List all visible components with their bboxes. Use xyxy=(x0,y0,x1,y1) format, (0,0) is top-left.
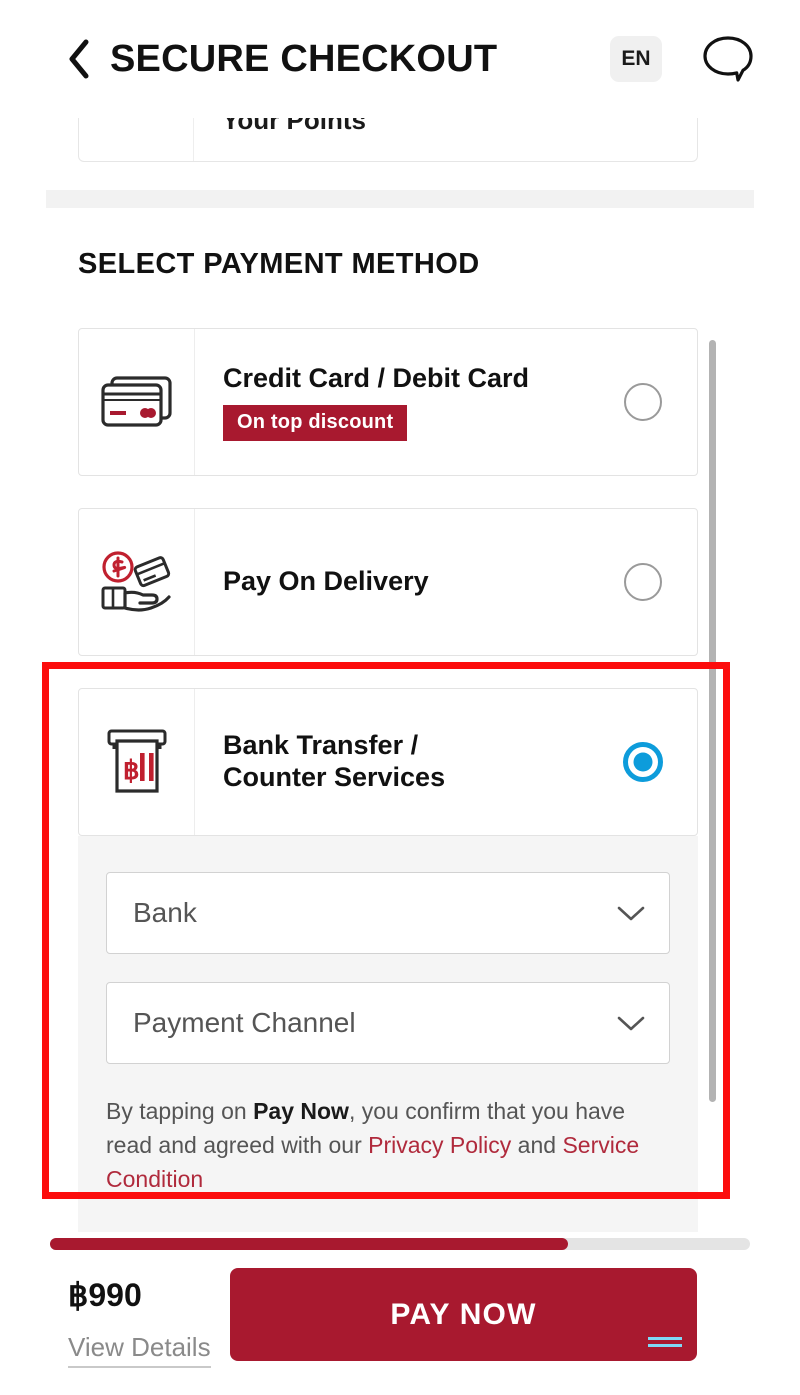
credit-card-main: Credit Card / Debit Card On top discount xyxy=(195,329,589,475)
credit-card-radio-column[interactable] xyxy=(589,329,697,475)
app-header: SECURE CHECKOUT EN xyxy=(0,0,800,118)
pay-on-delivery-main: Pay On Delivery xyxy=(195,509,589,655)
checkout-progress-bar xyxy=(50,1238,750,1250)
checkout-bottom-bar: ฿990 View Details PAY NOW xyxy=(0,1232,800,1395)
payment-option-pay-on-delivery[interactable]: Pay On Delivery xyxy=(78,508,698,656)
chevron-left-icon xyxy=(69,39,89,79)
chat-bubble-icon xyxy=(703,36,753,82)
bank-transfer-main: Bank Transfer / Counter Services xyxy=(195,689,589,835)
bank-select-value: Bank xyxy=(133,897,197,928)
credit-card-icon-column xyxy=(79,329,195,475)
bank-transfer-icon-column: ฿ xyxy=(79,689,195,835)
vertical-scrollbar[interactable] xyxy=(709,340,716,1102)
payment-disclaimer: By tapping on Pay Now, you confirm that … xyxy=(106,1092,670,1196)
gesture-indicator-icon xyxy=(648,1337,682,1350)
bank-transfer-radio-column[interactable] xyxy=(589,689,697,835)
on-top-discount-badge: On top discount xyxy=(223,405,408,442)
disclaimer-part1: By tapping on xyxy=(106,1098,254,1124)
svg-text:฿: ฿ xyxy=(123,755,140,785)
atm-deposit-icon: ฿ xyxy=(107,729,166,793)
bank-transfer-panel: Bank Payment Channel By tapping on Pay N… xyxy=(78,836,698,1192)
radio-bank-transfer[interactable] xyxy=(623,742,663,782)
disclaimer-part3: and xyxy=(511,1132,563,1159)
credit-card-label: Credit Card / Debit Card xyxy=(223,362,530,393)
scroll-content: Your Points SELECT PAYMENT METHOD Credit… xyxy=(0,0,800,1232)
back-button[interactable] xyxy=(66,39,92,79)
radio-pay-on-delivery[interactable] xyxy=(624,563,662,601)
checkout-progress-fill xyxy=(50,1238,568,1250)
privacy-policy-link[interactable]: Privacy Policy xyxy=(368,1132,511,1158)
radio-credit-card[interactable] xyxy=(624,383,662,421)
page-title: SECURE CHECKOUT xyxy=(110,37,498,80)
chat-button[interactable] xyxy=(702,33,754,85)
disclaimer-pay-now: Pay Now xyxy=(253,1098,349,1124)
bank-transfer-label: Bank Transfer / Counter Services xyxy=(223,730,445,794)
select-payment-method-heading: SELECT PAYMENT METHOD xyxy=(78,248,480,280)
chevron-down-icon xyxy=(617,1016,645,1030)
credit-card-icon xyxy=(100,376,172,427)
payment-channel-select-value: Payment Channel xyxy=(133,1007,356,1038)
pay-on-delivery-label: Pay On Delivery xyxy=(223,566,429,597)
chevron-down-icon xyxy=(617,906,645,920)
pay-on-delivery-icon-column xyxy=(79,509,195,655)
order-total-price: ฿990 xyxy=(68,1277,142,1313)
payment-option-bank-transfer[interactable]: ฿ Bank Transfer / Counter Services xyxy=(78,688,698,836)
pay-now-button[interactable]: PAY NOW xyxy=(230,1268,697,1361)
bank-select[interactable]: Bank xyxy=(106,872,670,954)
pay-on-delivery-radio-column[interactable] xyxy=(589,509,697,655)
checkout-screen: Your Points SELECT PAYMENT METHOD Credit… xyxy=(0,0,800,1395)
view-details-link[interactable]: View Details xyxy=(68,1332,211,1368)
section-divider xyxy=(46,190,754,208)
payment-option-credit-card[interactable]: Credit Card / Debit Card On top discount xyxy=(78,328,698,476)
payment-channel-select[interactable]: Payment Channel xyxy=(106,982,670,1064)
hand-cash-icon xyxy=(101,551,171,612)
language-toggle[interactable]: EN xyxy=(610,36,662,82)
bank-panel-bottom-fill xyxy=(78,1188,698,1232)
bank-transfer-label-line2: Counter Services xyxy=(223,762,446,792)
bank-transfer-label-line1: Bank Transfer / xyxy=(223,730,419,761)
